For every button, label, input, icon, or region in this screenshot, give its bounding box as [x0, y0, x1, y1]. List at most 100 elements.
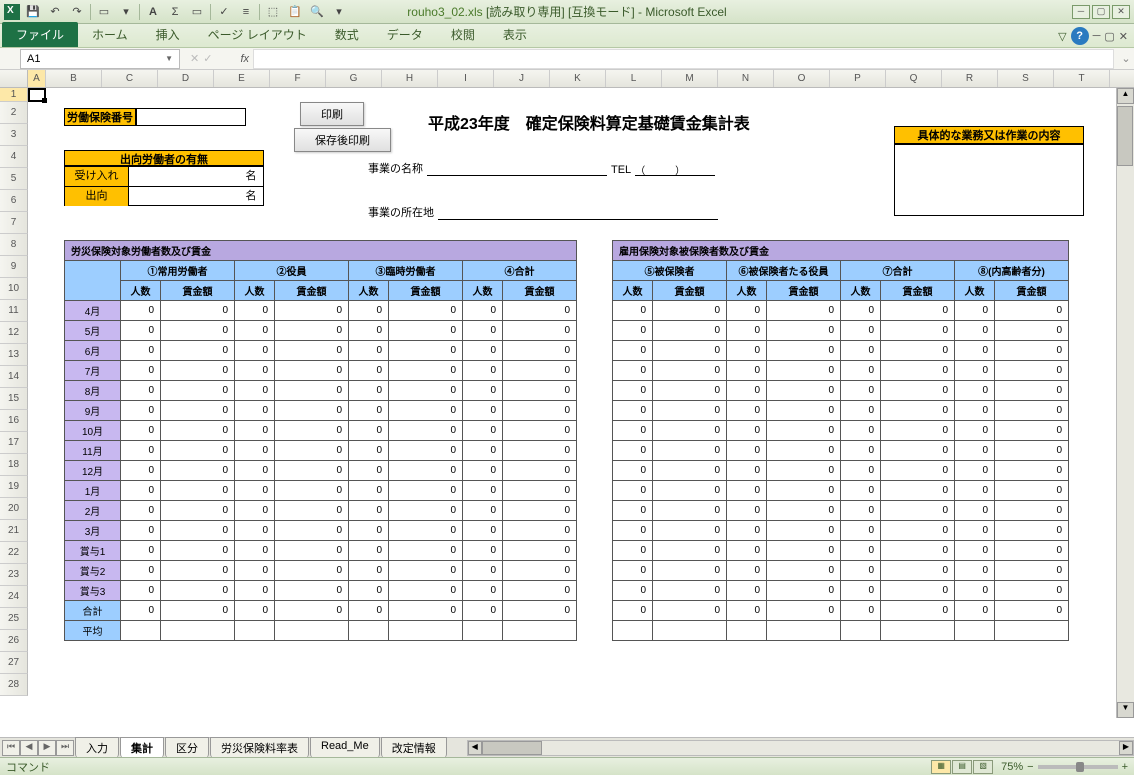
qat-btn[interactable]: ▭: [93, 2, 115, 22]
cell[interactable]: 0: [463, 401, 503, 421]
cell[interactable]: 0: [503, 381, 577, 401]
input-transfer-in[interactable]: [129, 167, 239, 186]
cell[interactable]: 0: [349, 401, 389, 421]
cell[interactable]: 0: [727, 301, 767, 321]
cell[interactable]: 0: [995, 461, 1069, 481]
cell[interactable]: 0: [613, 301, 653, 321]
cell[interactable]: 0: [389, 301, 463, 321]
row-header[interactable]: 2: [0, 102, 28, 124]
row-header[interactable]: 7: [0, 212, 28, 234]
excel-icon[interactable]: [4, 4, 20, 20]
cell[interactable]: 0: [121, 481, 161, 501]
cell[interactable]: 0: [653, 501, 727, 521]
cell[interactable]: [235, 621, 275, 641]
cell[interactable]: 0: [881, 441, 955, 461]
cell[interactable]: 0: [995, 341, 1069, 361]
formula-input[interactable]: [253, 49, 1114, 69]
cell[interactable]: 0: [463, 461, 503, 481]
zoom-slider[interactable]: [1038, 765, 1118, 769]
row-header[interactable]: 16: [0, 410, 28, 432]
scroll-down-icon[interactable]: ▼: [1117, 702, 1134, 718]
cell[interactable]: 0: [389, 461, 463, 481]
cell[interactable]: 0: [121, 441, 161, 461]
cell[interactable]: 0: [881, 561, 955, 581]
cell[interactable]: 0: [727, 521, 767, 541]
cell[interactable]: 0: [235, 581, 275, 601]
cell[interactable]: 0: [767, 341, 841, 361]
row-header[interactable]: 27: [0, 652, 28, 674]
zoom-level[interactable]: 75%: [1001, 761, 1023, 773]
cell[interactable]: 0: [349, 361, 389, 381]
tab-nav-prev-icon[interactable]: ◀: [20, 740, 38, 756]
cell[interactable]: 0: [161, 421, 235, 441]
cell[interactable]: 0: [767, 601, 841, 621]
cell[interactable]: 0: [235, 561, 275, 581]
cell[interactable]: [275, 621, 349, 641]
cell[interactable]: 0: [235, 481, 275, 501]
cell[interactable]: 0: [463, 341, 503, 361]
cell[interactable]: 0: [463, 481, 503, 501]
cell[interactable]: 0: [389, 421, 463, 441]
row-header[interactable]: 15: [0, 388, 28, 410]
cell[interactable]: 0: [389, 361, 463, 381]
cell[interactable]: 0: [161, 361, 235, 381]
qat-btn[interactable]: A: [142, 2, 164, 22]
qat-btn[interactable]: ⬚: [262, 2, 284, 22]
cell[interactable]: 0: [613, 341, 653, 361]
undo-icon[interactable]: ↶: [44, 2, 66, 22]
cell[interactable]: 0: [955, 361, 995, 381]
cell[interactable]: 0: [841, 301, 881, 321]
cell[interactable]: [653, 621, 727, 641]
cell[interactable]: 0: [995, 301, 1069, 321]
cell[interactable]: 0: [841, 441, 881, 461]
cell[interactable]: 0: [767, 461, 841, 481]
cell[interactable]: 0: [881, 461, 955, 481]
cell[interactable]: 0: [275, 341, 349, 361]
cell[interactable]: 0: [767, 301, 841, 321]
doc-close-icon[interactable]: ✕: [1119, 30, 1128, 43]
cell[interactable]: 0: [503, 561, 577, 581]
cell[interactable]: 0: [503, 321, 577, 341]
cell[interactable]: 0: [881, 581, 955, 601]
cell[interactable]: 0: [727, 561, 767, 581]
cell[interactable]: 0: [613, 321, 653, 341]
cell[interactable]: 0: [235, 341, 275, 361]
cell[interactable]: 0: [121, 341, 161, 361]
ribbon-tab-home[interactable]: ホーム: [78, 22, 142, 47]
row-header[interactable]: 19: [0, 476, 28, 498]
row-header[interactable]: 21: [0, 520, 28, 542]
cell[interactable]: 0: [955, 521, 995, 541]
cell[interactable]: 0: [389, 481, 463, 501]
cell[interactable]: 0: [727, 601, 767, 621]
cell[interactable]: 0: [955, 581, 995, 601]
name-box[interactable]: A1 ▼: [20, 49, 180, 69]
cell[interactable]: 0: [275, 481, 349, 501]
cell[interactable]: 0: [161, 401, 235, 421]
cell[interactable]: 0: [841, 561, 881, 581]
fx-confirm-icon[interactable]: ✓: [203, 52, 212, 65]
cell[interactable]: 0: [727, 461, 767, 481]
cell[interactable]: 0: [613, 601, 653, 621]
cell[interactable]: 0: [389, 501, 463, 521]
cell[interactable]: 0: [349, 301, 389, 321]
row-header[interactable]: 8: [0, 234, 28, 256]
save-print-button[interactable]: 保存後印刷: [294, 128, 391, 152]
sheet-tab[interactable]: 改定情報: [381, 737, 447, 758]
cell[interactable]: 0: [955, 301, 995, 321]
cell[interactable]: 0: [727, 341, 767, 361]
cell[interactable]: 0: [275, 321, 349, 341]
cell[interactable]: 0: [841, 421, 881, 441]
cell[interactable]: 0: [503, 461, 577, 481]
cell[interactable]: 0: [955, 321, 995, 341]
cell[interactable]: 0: [613, 421, 653, 441]
cell[interactable]: 0: [463, 361, 503, 381]
worksheet[interactable]: 労働保険番号 印刷 保存後印刷 平成23年度 確定保険料算定基礎賃金集計表 具体…: [28, 88, 1116, 718]
cell[interactable]: 0: [121, 321, 161, 341]
cell[interactable]: 0: [955, 441, 995, 461]
qat-btn[interactable]: ▾: [115, 2, 137, 22]
cell[interactable]: 0: [503, 301, 577, 321]
cell[interactable]: [955, 621, 995, 641]
cell[interactable]: 0: [653, 581, 727, 601]
cell[interactable]: 0: [727, 501, 767, 521]
cell[interactable]: 0: [613, 501, 653, 521]
